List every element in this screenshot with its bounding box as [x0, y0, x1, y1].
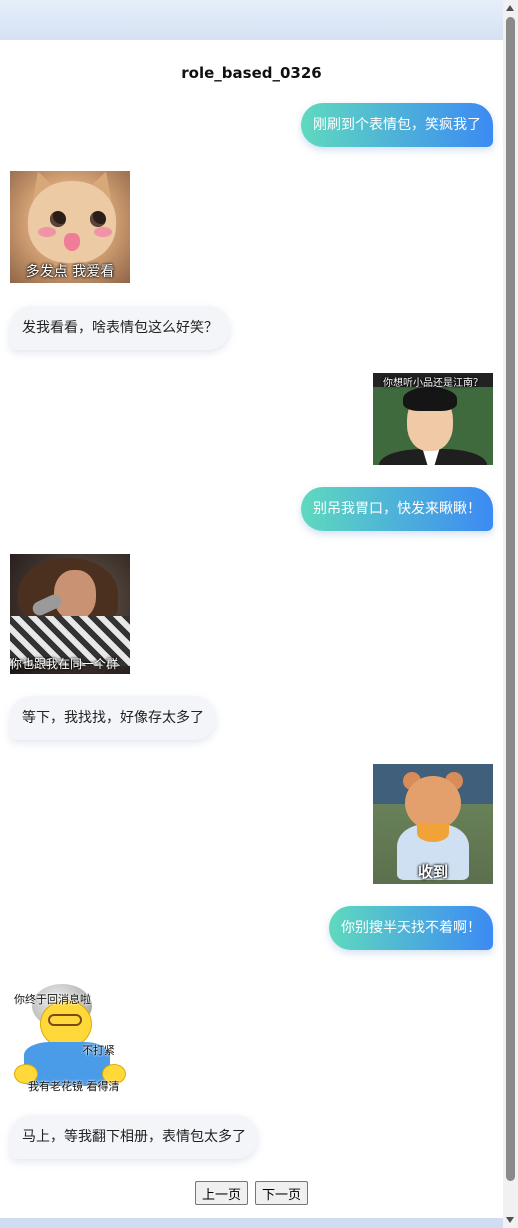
sticker-caption: 你也跟我在同一个群	[10, 657, 119, 671]
scroll-up-arrow-icon[interactable]	[506, 5, 514, 11]
message-bubble-outgoing: 刚刷到个表情包，笑疯我了	[301, 103, 493, 147]
next-page-button[interactable]: 下一页	[255, 1181, 309, 1205]
bear-sticker[interactable]: 收到	[373, 764, 493, 884]
prev-page-button[interactable]: 上一页	[194, 1181, 248, 1205]
page-title: role_based_0326	[181, 64, 322, 82]
message-bubble-incoming: 发我看看，啥表情包这么好笑？	[10, 306, 230, 350]
header-band	[0, 0, 503, 41]
man-sticker[interactable]: 你想听小品还是江南？	[373, 373, 493, 465]
sticker-caption: 我有老花镜 看得清	[28, 1080, 120, 1093]
sticker-caption: 收到	[417, 863, 448, 881]
vertical-scrollbar[interactable]	[503, 0, 518, 1228]
message-bubble-incoming: 等下，我找找，好像存太多了	[10, 696, 216, 740]
singer-sticker[interactable]: 你也跟我在同一个群	[10, 554, 130, 674]
message-bubble-incoming: 马上，等我翻下相册，表情包太多了	[10, 1115, 258, 1159]
message-bubble-outgoing: 别吊我胃口，快发来瞅瞅！	[301, 487, 493, 531]
pagination: 上一页 下一页	[0, 1181, 503, 1205]
sticker-caption: 你想听小品还是江南？	[383, 378, 483, 389]
sticker-caption: 多发点 我爱看	[25, 264, 115, 280]
footer-band	[0, 1218, 503, 1228]
cartoon-sticker[interactable]: 你终于回消息啦 不打紧 我有老花镜 看得清	[10, 978, 132, 1094]
scroll-thumb[interactable]	[506, 17, 515, 1181]
sticker-caption: 你终于回消息啦	[14, 993, 91, 1006]
cat-sticker[interactable]: 多发点 我爱看	[10, 171, 130, 283]
scroll-down-arrow-icon[interactable]	[506, 1217, 514, 1223]
sticker-caption: 不打紧	[82, 1044, 115, 1057]
message-bubble-outgoing: 你别搜半天找不着啊！	[329, 906, 493, 950]
chat-page: role_based_0326 刚刷到个表情包，笑疯我了 多发点 我爱看 发我看…	[0, 40, 503, 1218]
